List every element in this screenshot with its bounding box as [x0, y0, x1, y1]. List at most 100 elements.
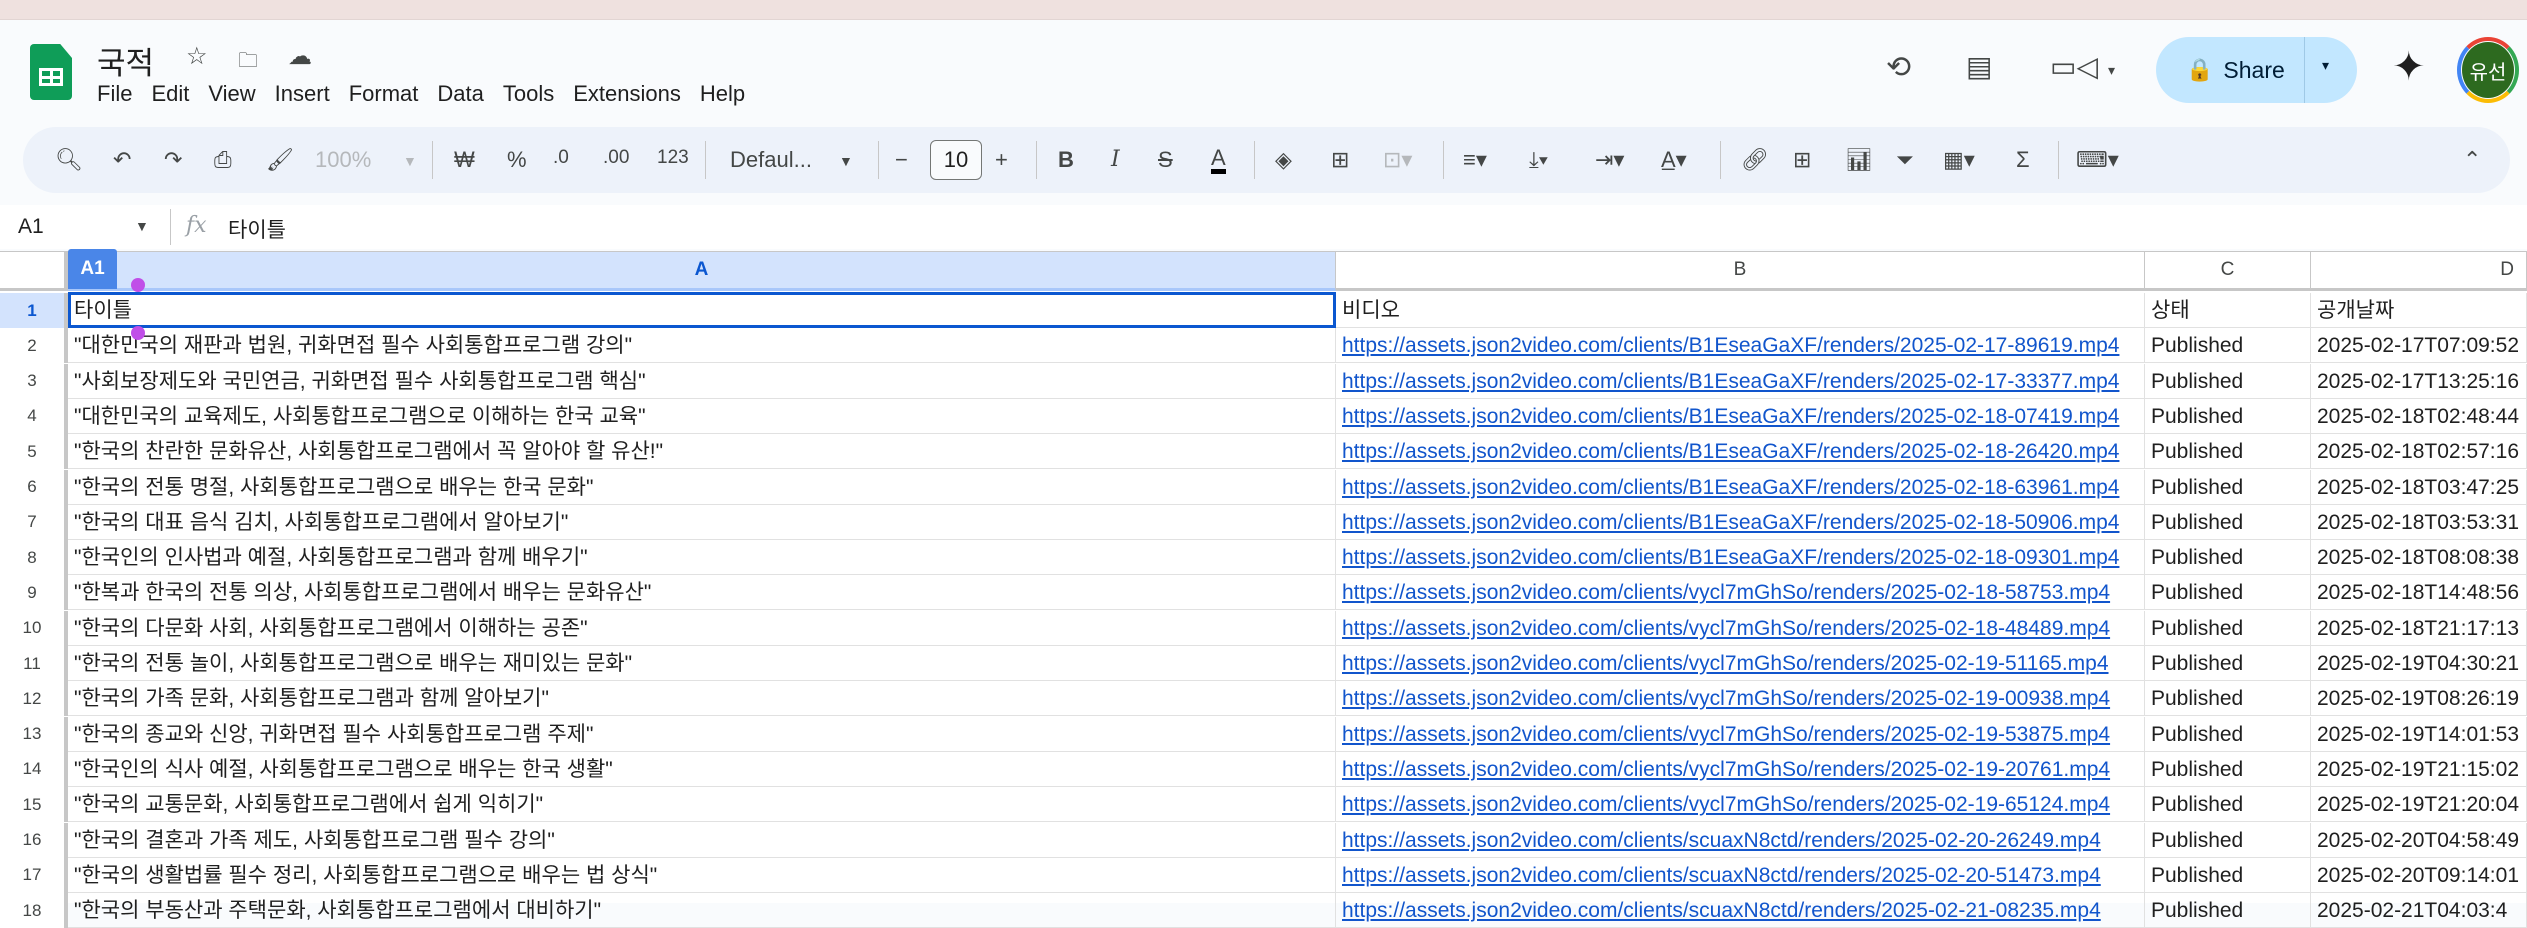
font-size-input[interactable]: 10 — [930, 140, 982, 180]
column-header-c[interactable]: C — [2145, 252, 2311, 291]
cell-d[interactable]: 2025-02-19T21:15:02 — [2311, 751, 2527, 787]
row-header[interactable]: 10 — [0, 610, 68, 646]
cell-d[interactable]: 2025-02-17T07:09:52 — [2311, 328, 2527, 364]
cell-a[interactable]: "대한민국의 교육제도, 사회통합프로그램으로 이해하는 한국 교육" — [68, 398, 1336, 434]
cell-a[interactable]: "한국의 찬란한 문화유산, 사회통합프로그램에서 꼭 알아야 할 유산!" — [68, 434, 1336, 470]
cell-a[interactable]: "한국인의 식사 예절, 사회통합프로그램으로 배우는 한국 생활" — [68, 751, 1336, 787]
name-box-dropdown-icon[interactable]: ▼ — [135, 218, 149, 234]
vertical-align-icon[interactable]: ⤓▾ — [1529, 147, 1548, 173]
row-header[interactable]: 8 — [0, 540, 68, 576]
row-header[interactable]: 4 — [0, 398, 68, 434]
row-header[interactable]: 15 — [0, 787, 68, 823]
star-icon[interactable]: ☆ — [186, 42, 208, 71]
formula-input[interactable]: 타이틀 — [228, 214, 286, 244]
menu-file[interactable]: File — [97, 79, 132, 109]
cell-c[interactable]: Published — [2145, 575, 2311, 611]
menu-help[interactable]: Help — [700, 79, 745, 109]
cell-c[interactable]: Published — [2145, 787, 2311, 823]
name-box[interactable]: A1 — [18, 215, 44, 239]
row-header[interactable]: 17 — [0, 857, 68, 893]
row-header[interactable]: 1 — [0, 293, 68, 328]
cell-a[interactable]: "한국의 다문화 사회, 사회통합프로그램에서 이해하는 공존" — [68, 610, 1336, 646]
video-link-cell[interactable]: https://assets.json2video.com/clients/sc… — [1336, 822, 2145, 858]
spreadsheet-grid[interactable]: A B C D A1 1 타이틀 비디오 상태 공개날짜 2 "대한민국의 재판과 법원, … — [0, 249, 2527, 928]
cell-c[interactable]: Published — [2145, 363, 2311, 399]
menu-tools[interactable]: Tools — [503, 79, 554, 109]
increase-font-size-button[interactable]: + — [995, 147, 1008, 173]
cell-a[interactable]: "대한민국의 재판과 법원, 귀화면접 필수 사회통합프로그램 강의" — [68, 328, 1336, 364]
cell-c[interactable]: Published — [2145, 504, 2311, 540]
cell-d[interactable]: 공개날짜 — [2311, 293, 2527, 328]
video-link-cell[interactable]: https://assets.json2video.com/clients/sc… — [1336, 893, 2145, 928]
text-wrapping-icon[interactable]: ⇥▾ — [1595, 147, 1624, 173]
increase-decimal-button[interactable]: .00 — [603, 147, 629, 169]
cell-a[interactable]: "한국의 교통문화, 사회통합프로그램에서 쉽게 익히기" — [68, 787, 1336, 823]
cell-c[interactable]: Published — [2145, 893, 2311, 928]
cell-d[interactable]: 2025-02-17T13:25:16 — [2311, 363, 2527, 399]
menu-view[interactable]: View — [208, 79, 255, 109]
cell-a[interactable]: "한국의 전통 놀이, 사회통합프로그램으로 배우는 재미있는 문화" — [68, 646, 1336, 681]
version-history-icon[interactable]: ⟲ — [1886, 50, 1911, 85]
row-header[interactable]: 18 — [0, 893, 68, 928]
column-header-d[interactable]: D — [2311, 252, 2527, 291]
share-button[interactable]: 🔒 Share ▾ — [2156, 37, 2357, 103]
merge-cells-icon[interactable]: ⊡▾ — [1383, 147, 1412, 173]
cell-c[interactable]: Published — [2145, 398, 2311, 434]
column-header-a[interactable]: A — [68, 252, 1336, 291]
row-header[interactable]: 5 — [0, 434, 68, 470]
meet-dropdown-icon[interactable]: ▾ — [2108, 62, 2115, 79]
input-tools-keyboard-icon[interactable]: ⌨▾ — [2076, 147, 2119, 173]
video-link-cell[interactable]: https://assets.json2video.com/clients/sc… — [1336, 857, 2145, 893]
cell-c[interactable]: Published — [2145, 328, 2311, 364]
sheets-logo-icon[interactable] — [30, 44, 72, 100]
document-title[interactable]: 국적 — [97, 38, 154, 83]
cell-d[interactable]: 2025-02-18T02:57:16 — [2311, 434, 2527, 470]
text-color-icon[interactable]: A — [1211, 147, 1226, 174]
cell-d[interactable]: 2025-02-18T08:08:38 — [2311, 540, 2527, 576]
gemini-sparkle-icon[interactable]: ✦ — [2392, 44, 2426, 90]
select-all-corner[interactable] — [0, 252, 68, 291]
cell-c[interactable]: Published — [2145, 857, 2311, 893]
percent-format-button[interactable]: % — [507, 147, 527, 173]
cell-a[interactable]: "한국의 생활법률 필수 정리, 사회통합프로그램으로 배우는 법 상식" — [68, 857, 1336, 893]
cell-c[interactable]: Published — [2145, 540, 2311, 576]
filter-icon[interactable]: ⏷ — [1896, 147, 1914, 173]
decrease-font-size-button[interactable]: − — [895, 147, 908, 173]
cell-d[interactable]: 2025-02-21T04:03:4 — [2311, 893, 2527, 928]
more-formats-button[interactable]: 123 — [657, 147, 689, 169]
cell-d[interactable]: 2025-02-18T03:53:31 — [2311, 504, 2527, 540]
video-link-cell[interactable]: https://assets.json2video.com/clients/B1… — [1336, 504, 2145, 540]
cell-c[interactable]: Published — [2145, 822, 2311, 858]
cell-a[interactable]: "한국인의 인사법과 예절, 사회통합프로그램과 함께 배우기" — [68, 540, 1336, 576]
insert-comment-icon[interactable]: ⊞ — [1793, 147, 1811, 173]
insert-link-icon[interactable]: 🔗︎ — [1741, 147, 1769, 173]
row-header[interactable]: 3 — [0, 363, 68, 399]
account-avatar[interactable]: 유선 — [2457, 37, 2519, 103]
redo-icon[interactable]: ↷ — [164, 147, 182, 173]
zoom-dropdown-icon[interactable]: ▼ — [403, 153, 417, 169]
cell-a[interactable]: "한국의 부동산과 주택문화, 사회통합프로그램에서 대비하기" — [68, 893, 1336, 928]
video-link-cell[interactable]: https://assets.json2video.com/clients/B1… — [1336, 363, 2145, 399]
bold-button[interactable]: B — [1058, 147, 1074, 173]
menu-insert[interactable]: Insert — [275, 79, 330, 109]
font-dropdown-icon[interactable]: ▼ — [839, 153, 853, 169]
comments-icon[interactable]: ▤ — [1966, 50, 1992, 83]
collapse-toolbar-icon[interactable]: ⌃ — [2463, 147, 2481, 173]
undo-icon[interactable]: ↶ — [113, 147, 131, 173]
menu-data[interactable]: Data — [437, 79, 483, 109]
cell-c[interactable]: Published — [2145, 716, 2311, 752]
cell-d[interactable]: 2025-02-18T14:48:56 — [2311, 575, 2527, 611]
share-dropdown-icon[interactable]: ▾ — [2322, 57, 2329, 74]
menu-format[interactable]: Format — [349, 79, 419, 109]
cell-a[interactable]: "한국의 전통 명절, 사회통합프로그램으로 배우는 한국 문화" — [68, 469, 1336, 505]
cell-c[interactable]: Published — [2145, 469, 2311, 505]
row-header[interactable]: 7 — [0, 504, 68, 540]
video-link-cell[interactable]: https://assets.json2video.com/clients/vy… — [1336, 716, 2145, 752]
cell-c[interactable]: Published — [2145, 434, 2311, 470]
cell-d[interactable]: 2025-02-19T14:01:53 — [2311, 716, 2527, 752]
cell-b[interactable]: 비디오 — [1336, 293, 2145, 328]
strikethrough-icon[interactable]: S — [1158, 147, 1173, 173]
cell-d[interactable]: 2025-02-19T08:26:19 — [2311, 681, 2527, 717]
row-header[interactable]: 16 — [0, 822, 68, 858]
column-header-b[interactable]: B — [1336, 252, 2145, 291]
